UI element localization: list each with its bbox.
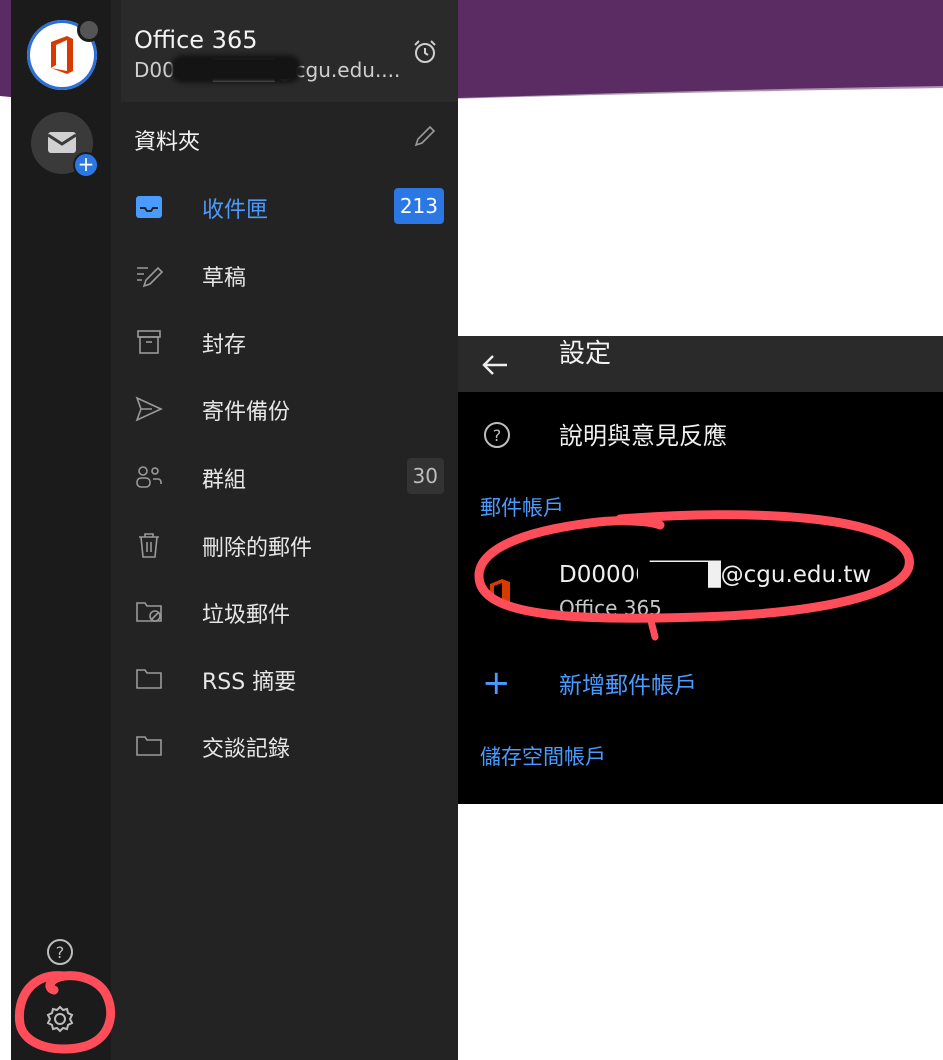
inbox-icon	[136, 196, 162, 218]
help-icon: ?	[482, 420, 512, 454]
settings-title: 設定	[559, 339, 612, 369]
alarm-clock-icon[interactable]	[411, 38, 439, 70]
trash-icon	[139, 533, 159, 558]
plus-icon[interactable]: +	[482, 666, 511, 700]
folder-label: 群組	[202, 468, 247, 493]
add-mail-account-button[interactable]: 新增郵件帳戶	[559, 666, 697, 700]
folder-rss[interactable]: RSS 摘要	[134, 660, 444, 700]
redaction-mark	[171, 55, 301, 83]
folder-sent[interactable]: 寄件備份	[134, 390, 444, 430]
add-account-button[interactable]: +	[31, 112, 99, 178]
folder-label: 垃圾郵件	[202, 603, 291, 628]
folder-conversation-history[interactable]: 交談記錄	[134, 727, 444, 767]
outlook-drawer: + ? Office 365 D00000████@cgu.edu.... 資料…	[11, 0, 458, 1060]
pencil-icon[interactable]	[411, 124, 437, 154]
junk-folder-icon	[136, 602, 162, 622]
folder-groups[interactable]: 群組 30	[134, 458, 444, 498]
folder-drafts[interactable]: 草稿	[134, 256, 444, 296]
groups-icon	[136, 466, 162, 488]
folder-archive[interactable]: 封存	[134, 323, 444, 363]
unread-count-badge: 213	[393, 188, 444, 224]
folder-label: 草稿	[202, 266, 247, 291]
drafts-icon	[137, 266, 164, 288]
storage-accounts-section-header[interactable]: 儲存空間帳戶	[480, 741, 606, 771]
folder-label: 寄件備份	[202, 400, 291, 425]
folders-heading: 資料夾	[134, 130, 201, 155]
folder-icon	[136, 669, 162, 689]
count-badge: 30	[406, 458, 444, 494]
back-arrow-icon[interactable]	[480, 350, 510, 385]
settings-header	[458, 336, 943, 392]
svg-text:?: ?	[56, 943, 65, 962]
folder-label: 交談記錄	[202, 737, 291, 762]
folder-deleted[interactable]: 刪除的郵件	[134, 526, 444, 566]
folder-icon	[136, 736, 162, 756]
send-icon	[135, 396, 163, 422]
svg-text:?: ?	[493, 426, 502, 445]
folder-label: RSS 摘要	[202, 670, 297, 695]
account-title: Office 365	[134, 26, 258, 54]
folder-junk[interactable]: 垃圾郵件	[134, 593, 444, 633]
help-icon[interactable]: ?	[45, 937, 75, 971]
annotation-circle-account	[474, 510, 914, 641]
plus-icon: +	[73, 152, 99, 178]
archive-icon	[137, 330, 161, 354]
annotation-circle-settings	[14, 971, 116, 1054]
folder-label: 封存	[202, 333, 247, 358]
folder-label: 刪除的郵件	[202, 536, 313, 561]
office-365-account-avatar[interactable]	[27, 18, 101, 90]
status-dot	[77, 18, 101, 42]
folder-inbox[interactable]: 收件匣 213	[134, 188, 444, 228]
help-feedback-item[interactable]: 說明與意見反應	[559, 416, 727, 451]
folder-label: 收件匣	[202, 198, 269, 223]
account-rail: + ?	[11, 0, 111, 1060]
